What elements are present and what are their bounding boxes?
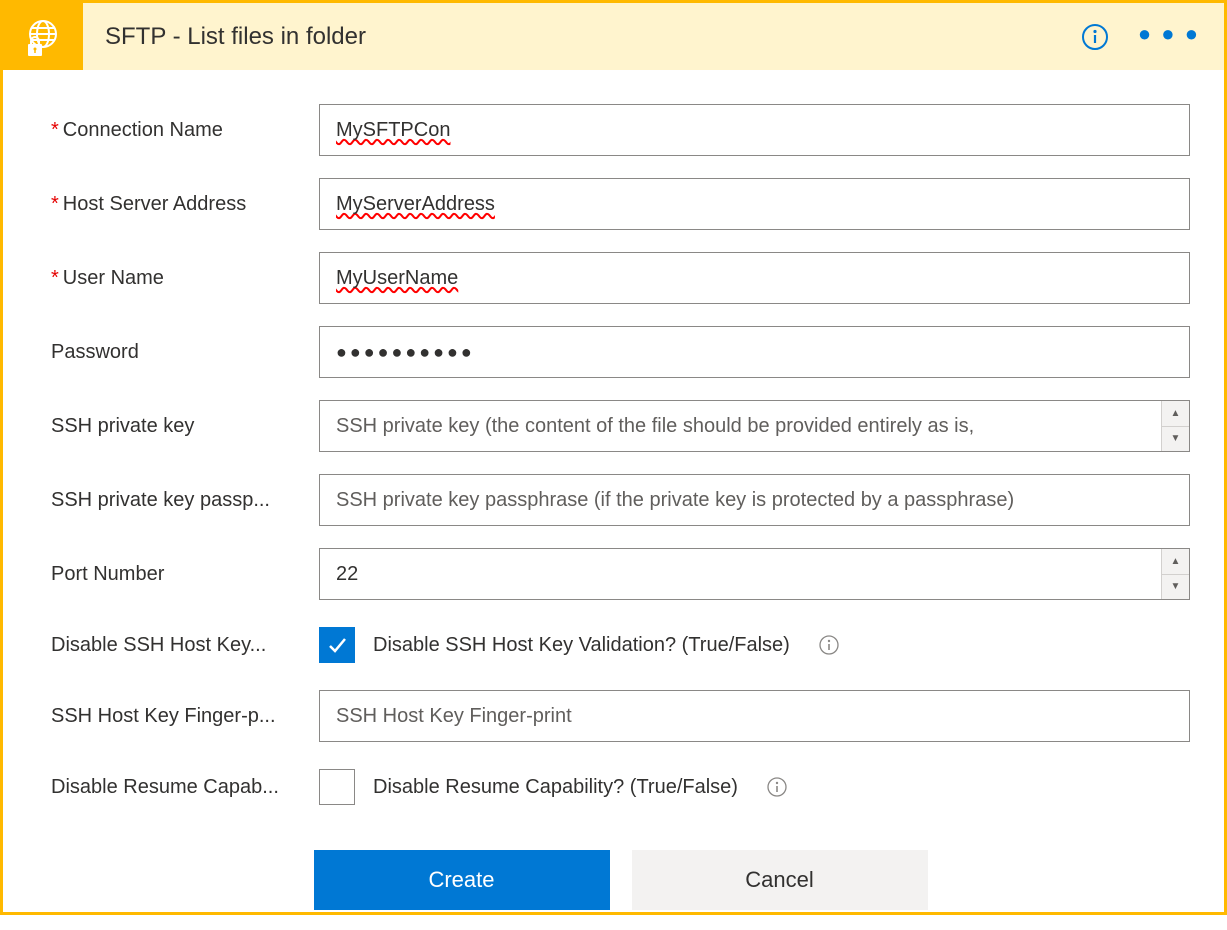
connection-name-label: *Connection Name — [51, 119, 319, 142]
disable-resume-label: Disable Resume Capab... — [51, 776, 319, 799]
chevron-down-icon[interactable]: ▼ — [1162, 575, 1189, 600]
password-label: Password — [51, 341, 319, 364]
more-icon[interactable]: ● ● ● — [1138, 21, 1200, 53]
port-input[interactable]: 22 ▲ ▼ — [319, 548, 1190, 600]
fingerprint-label: SSH Host Key Finger-p... — [51, 705, 319, 728]
connector-config-panel: SFTP - List files in folder ● ● ● *Conne… — [0, 0, 1227, 915]
ssh-key-label: SSH private key — [51, 415, 319, 438]
user-name-label: *User Name — [51, 267, 319, 290]
panel-header: SFTP - List files in folder ● ● ● — [3, 3, 1224, 70]
info-icon[interactable] — [766, 776, 788, 798]
chevron-down-icon[interactable]: ▼ — [1162, 427, 1189, 452]
chevron-up-icon[interactable]: ▲ — [1162, 549, 1189, 575]
disable-hostkey-checkbox[interactable] — [319, 627, 355, 663]
info-icon[interactable] — [818, 634, 840, 656]
disable-resume-desc: Disable Resume Capability? (True/False) — [373, 776, 738, 799]
header-title: SFTP - List files in folder — [105, 23, 1080, 51]
create-button[interactable]: Create — [314, 850, 610, 910]
port-stepper[interactable]: ▲ ▼ — [1161, 549, 1189, 599]
disable-hostkey-desc: Disable SSH Host Key Validation? (True/F… — [373, 634, 790, 657]
disable-hostkey-label: Disable SSH Host Key... — [51, 634, 319, 657]
password-input[interactable]: ●●●●●●●●●● — [319, 326, 1190, 378]
user-name-input[interactable]: MyUserName — [319, 252, 1190, 304]
host-address-input[interactable]: MyServerAddress — [319, 178, 1190, 230]
fingerprint-input[interactable] — [319, 690, 1190, 742]
ssh-key-stepper[interactable]: ▲ ▼ — [1161, 401, 1189, 451]
ssh-passphrase-label: SSH private key passp... — [51, 489, 319, 512]
info-icon[interactable] — [1080, 22, 1110, 52]
connection-name-input[interactable]: MySFTPCon — [319, 104, 1190, 156]
form-area: *Connection Name MySFTPCon *Host Server … — [3, 70, 1224, 930]
cancel-button[interactable]: Cancel — [632, 850, 928, 910]
ssh-key-input[interactable]: SSH private key (the content of the file… — [319, 400, 1190, 452]
port-label: Port Number — [51, 563, 319, 586]
sftp-globe-lock-icon — [3, 3, 83, 70]
ssh-passphrase-input[interactable] — [319, 474, 1190, 526]
chevron-up-icon[interactable]: ▲ — [1162, 401, 1189, 427]
disable-resume-checkbox[interactable] — [319, 769, 355, 805]
host-address-label: *Host Server Address — [51, 193, 319, 216]
checkmark-icon — [326, 634, 348, 656]
